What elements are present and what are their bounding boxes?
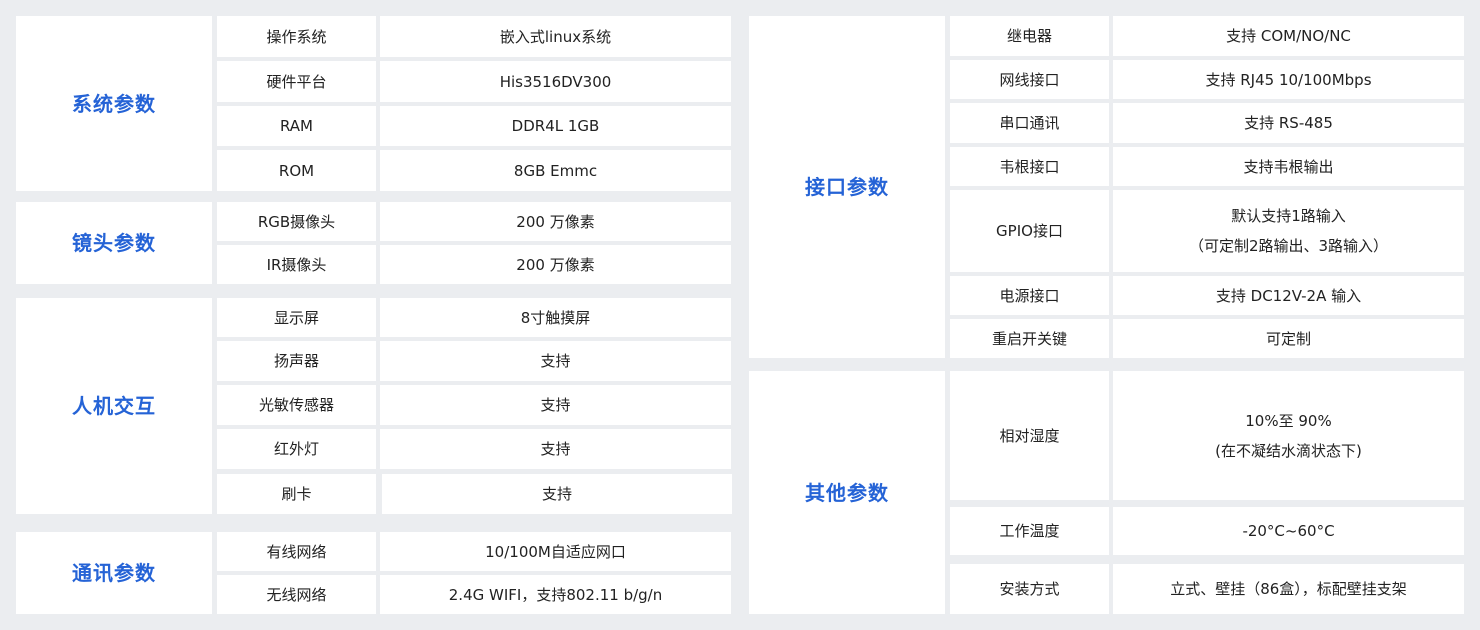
spec-label: 操作系统	[217, 16, 376, 57]
spec-value: 200 万像素	[380, 245, 731, 284]
spec-label: 有线网络	[217, 532, 376, 571]
spec-label: 硬件平台	[217, 61, 376, 102]
spec-value: 10/100M自适应网口	[380, 532, 731, 571]
spec-value: 8GB Emmc	[380, 150, 731, 191]
spec-label: 继电器	[950, 16, 1109, 56]
spec-label: 光敏传感器	[217, 385, 376, 425]
spec-label: 显示屏	[217, 298, 376, 337]
spec-label: 网线接口	[950, 60, 1109, 99]
spec-value: 10%至 90% (在不凝结水滴状态下)	[1113, 371, 1464, 500]
spec-label: RGB摄像头	[217, 202, 376, 241]
spec-value: 支持	[380, 385, 731, 425]
spec-value: 可定制	[1113, 319, 1464, 358]
spec-page: { "left": { "system": { "category": "系统参…	[0, 0, 1480, 630]
spec-label: 相对湿度	[950, 371, 1109, 500]
spec-value-line: （可定制2路输出、3路输入）	[1188, 237, 1389, 255]
spec-value-line: (在不凝结水滴状态下)	[1215, 441, 1362, 460]
spec-value: 支持	[382, 474, 732, 514]
spec-value: 2.4G WIFI，支持802.11 b/g/n	[380, 575, 731, 614]
spec-label: 韦根接口	[950, 147, 1109, 186]
spec-value: 默认支持1路输入 （可定制2路输出、3路输入）	[1113, 190, 1464, 272]
spec-value: 支持	[380, 429, 731, 469]
category-other: 其他参数	[749, 371, 945, 614]
spec-value: His3516DV300	[380, 61, 731, 102]
spec-value: 嵌入式linux系统	[380, 16, 731, 57]
spec-label: RAM	[217, 106, 376, 146]
spec-value: 200 万像素	[380, 202, 731, 241]
spec-value: 支持 COM/NO/NC	[1113, 16, 1464, 56]
spec-label: 红外灯	[217, 429, 376, 469]
spec-value: 8寸触摸屏	[380, 298, 731, 337]
spec-value: DDR4L 1GB	[380, 106, 731, 146]
spec-value: 支持 DC12V-2A 输入	[1113, 276, 1464, 315]
spec-value: -20°C~60°C	[1113, 507, 1464, 555]
spec-value-line: 默认支持1路输入	[1231, 207, 1346, 225]
spec-value: 支持	[380, 341, 731, 381]
category-lens: 镜头参数	[16, 202, 212, 284]
spec-value: 支持 RS-485	[1113, 103, 1464, 143]
spec-label: IR摄像头	[217, 245, 376, 284]
spec-label: 刷卡	[217, 474, 376, 514]
spec-label: 安装方式	[950, 564, 1109, 614]
spec-label: 重启开关键	[950, 319, 1109, 358]
spec-label: 串口通讯	[950, 103, 1109, 143]
spec-value: 立式、壁挂（86盒），标配壁挂支架	[1113, 564, 1464, 614]
spec-label: ROM	[217, 150, 376, 191]
spec-label: 扬声器	[217, 341, 376, 381]
category-comm: 通讯参数	[16, 532, 212, 614]
spec-label: GPIO接口	[950, 190, 1109, 272]
category-hmi: 人机交互	[16, 298, 212, 514]
spec-label: 电源接口	[950, 276, 1109, 315]
category-interface: 接口参数	[749, 16, 945, 358]
category-system: 系统参数	[16, 16, 212, 191]
spec-label: 无线网络	[217, 575, 376, 614]
spec-label: 工作温度	[950, 507, 1109, 555]
spec-value: 支持韦根输出	[1113, 147, 1464, 186]
spec-value-line: 10%至 90%	[1245, 411, 1332, 430]
spec-value: 支持 RJ45 10/100Mbps	[1113, 60, 1464, 99]
